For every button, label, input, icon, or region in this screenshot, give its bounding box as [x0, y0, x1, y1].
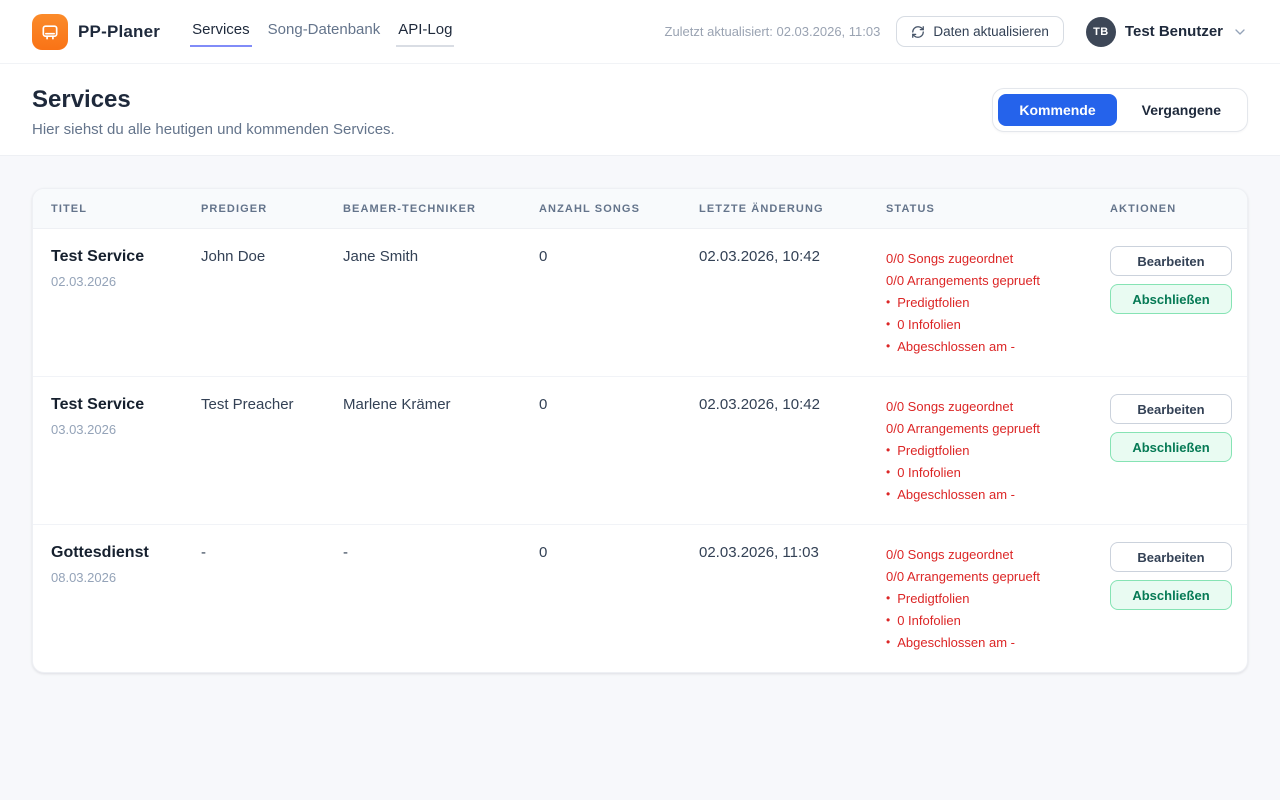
app-title: PP-Planer [78, 22, 160, 42]
chevron-down-icon [1232, 24, 1248, 40]
beamer-techniker-cell: Jane Smith [343, 229, 539, 376]
status-arrangements: 0/0 Arrangements geprueft [886, 270, 1100, 292]
service-date: 08.03.2026 [51, 570, 191, 585]
nav-item-api-log[interactable]: API-Log [396, 17, 454, 47]
column-header-anzahl-songs: Anzahl Songs [539, 203, 699, 215]
bearbeiten-button[interactable]: Bearbeiten [1110, 394, 1232, 424]
app-logo [32, 14, 68, 50]
anzahl-songs-cell: 0 [539, 377, 699, 524]
prediger-cell: John Doe [201, 229, 343, 376]
aktionen-cell: Bearbeiten Abschließen [1110, 377, 1247, 524]
status-cell: 0/0 Songs zugeordnet 0/0 Arrangements ge… [886, 525, 1110, 672]
letzte-aenderung-cell: 02.03.2026, 10:42 [699, 229, 886, 376]
abschliessen-button[interactable]: Abschließen [1110, 432, 1232, 462]
abschliessen-button[interactable]: Abschließen [1110, 284, 1232, 314]
status-item: Abgeschlossen am - [886, 632, 1100, 654]
prediger-cell: Test Preacher [201, 377, 343, 524]
nav-item-services[interactable]: Services [190, 17, 252, 47]
refresh-icon [911, 25, 925, 39]
status-item: Predigtfolien [886, 292, 1100, 314]
letzte-aenderung-cell: 02.03.2026, 11:03 [699, 525, 886, 672]
service-date: 02.03.2026 [51, 274, 191, 289]
status-arrangements: 0/0 Arrangements geprueft [886, 566, 1100, 588]
service-title: Test Service [51, 248, 191, 266]
column-header-titel: Titel [33, 203, 201, 215]
status-item: 0 Infofolien [886, 462, 1100, 484]
service-title: Test Service [51, 396, 191, 414]
beamer-techniker-cell: - [343, 525, 539, 672]
top-bar-right: Zuletzt aktualisiert: 02.03.2026, 11:03 … [665, 16, 1249, 47]
status-item: 0 Infofolien [886, 314, 1100, 336]
bearbeiten-button[interactable]: Bearbeiten [1110, 246, 1232, 276]
refresh-data-button[interactable]: Daten aktualisieren [896, 16, 1064, 47]
status-arrangements: 0/0 Arrangements geprueft [886, 418, 1100, 440]
status-cell: 0/0 Songs zugeordnet 0/0 Arrangements ge… [886, 229, 1110, 376]
user-menu[interactable]: TB Test Benutzer [1086, 17, 1248, 47]
main-content: Titel Prediger Beamer-Techniker Anzahl S… [0, 156, 1280, 705]
table-header-row: Titel Prediger Beamer-Techniker Anzahl S… [33, 189, 1247, 229]
filter-toggle-group: Kommende Vergangene [992, 88, 1248, 132]
last-updated-label: Zuletzt aktualisiert: 02.03.2026, 11:03 [665, 24, 881, 39]
page-head-text: Services Hier siehst du alle heutigen un… [32, 84, 395, 138]
avatar: TB [1086, 17, 1116, 47]
column-header-aktionen: Aktionen [1110, 203, 1247, 215]
status-item: Abgeschlossen am - [886, 484, 1100, 506]
beamer-techniker-cell: Marlene Krämer [343, 377, 539, 524]
tab-kommende[interactable]: Kommende [998, 94, 1116, 126]
table-row: Test Service 03.03.2026 Test Preacher Ma… [33, 377, 1247, 525]
aktionen-cell: Bearbeiten Abschließen [1110, 229, 1247, 376]
service-date: 03.03.2026 [51, 422, 191, 437]
service-title: Gottesdienst [51, 544, 191, 562]
anzahl-songs-cell: 0 [539, 525, 699, 672]
top-bar: PP-Planer Services Song-Datenbank API-Lo… [0, 0, 1280, 64]
titel-cell: Gottesdienst 08.03.2026 [33, 525, 201, 672]
abschliessen-button[interactable]: Abschließen [1110, 580, 1232, 610]
bearbeiten-button[interactable]: Bearbeiten [1110, 542, 1232, 572]
table-row: Gottesdienst 08.03.2026 - - 0 02.03.2026… [33, 525, 1247, 672]
prediger-cell: - [201, 525, 343, 672]
status-cell: 0/0 Songs zugeordnet 0/0 Arrangements ge… [886, 377, 1110, 524]
column-header-letzte-aenderung: Letzte Änderung [699, 203, 886, 215]
refresh-button-label: Daten aktualisieren [933, 24, 1049, 39]
services-table-card: Titel Prediger Beamer-Techniker Anzahl S… [32, 188, 1248, 673]
status-item: Predigtfolien [886, 588, 1100, 610]
status-songs: 0/0 Songs zugeordnet [886, 396, 1100, 418]
brand: PP-Planer [32, 14, 160, 50]
column-header-status: Status [886, 203, 1110, 215]
status-item: 0 Infofolien [886, 610, 1100, 632]
titel-cell: Test Service 03.03.2026 [33, 377, 201, 524]
column-header-beamer-techniker: Beamer-Techniker [343, 203, 539, 215]
page-head: Services Hier siehst du alle heutigen un… [0, 64, 1280, 156]
letzte-aenderung-cell: 02.03.2026, 10:42 [699, 377, 886, 524]
status-item: Abgeschlossen am - [886, 336, 1100, 358]
user-name: Test Benutzer [1125, 23, 1223, 40]
table-row: Test Service 02.03.2026 John Doe Jane Sm… [33, 229, 1247, 377]
status-songs: 0/0 Songs zugeordnet [886, 248, 1100, 270]
page-title: Services [32, 86, 395, 114]
status-item: Predigtfolien [886, 440, 1100, 462]
aktionen-cell: Bearbeiten Abschließen [1110, 525, 1247, 672]
column-header-prediger: Prediger [201, 203, 343, 215]
main-nav: Services Song-Datenbank API-Log [190, 17, 454, 47]
page-subtitle: Hier siehst du alle heutigen und kommend… [32, 121, 395, 138]
titel-cell: Test Service 02.03.2026 [33, 229, 201, 376]
anzahl-songs-cell: 0 [539, 229, 699, 376]
status-songs: 0/0 Songs zugeordnet [886, 544, 1100, 566]
nav-item-song-datenbank[interactable]: Song-Datenbank [266, 17, 383, 47]
tab-vergangene[interactable]: Vergangene [1121, 94, 1242, 126]
presentation-screen-icon [40, 22, 60, 42]
